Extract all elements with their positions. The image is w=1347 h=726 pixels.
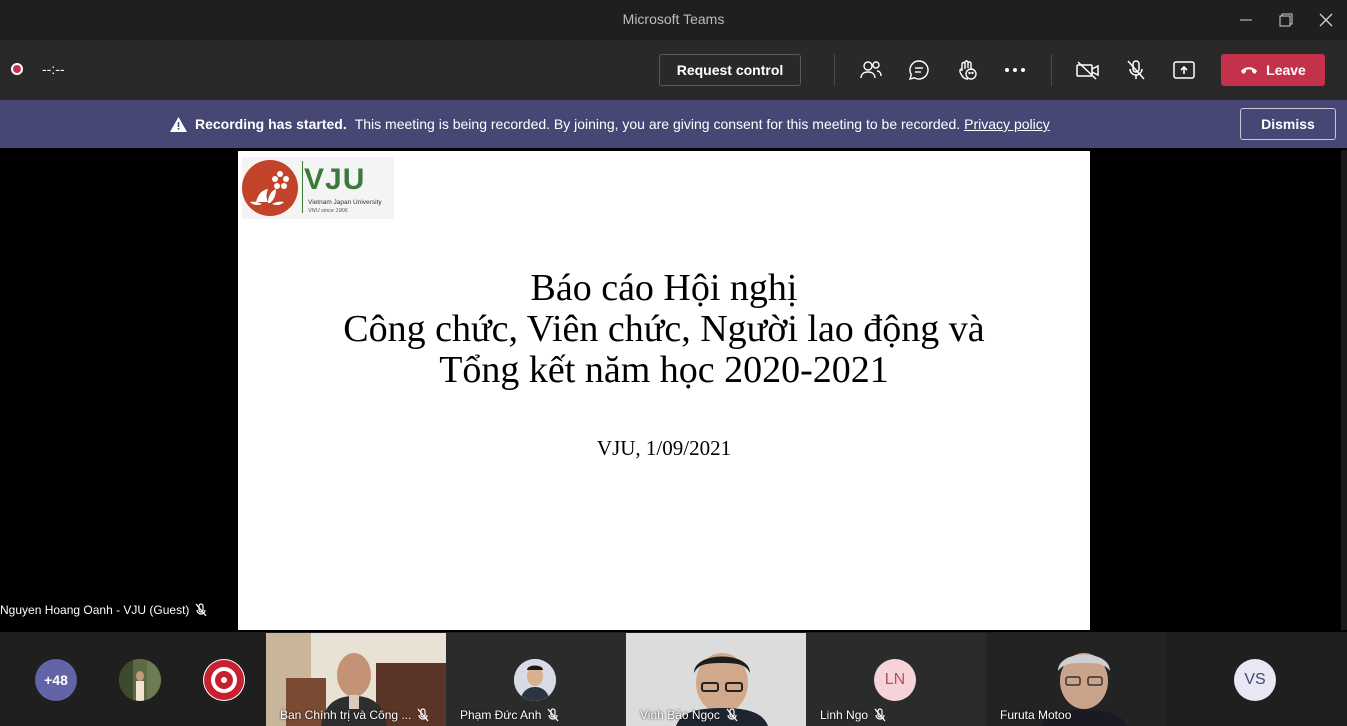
muted-icon [726, 708, 738, 722]
participant-initials-avatar[interactable]: VS [1234, 659, 1276, 701]
dismiss-button[interactable]: Dismiss [1240, 108, 1336, 140]
logo-tagline: VNU since 1906 [308, 208, 348, 214]
presenter-name: Nguyen Hoang Oanh - VJU (Guest) [0, 603, 190, 617]
slide-title-line: Công chức, Viên chức, Người lao động và [343, 308, 985, 350]
leave-button[interactable]: Leave [1221, 54, 1325, 86]
participant-tile[interactable]: Phạm Đức Anh [446, 633, 626, 726]
banner-text: This meeting is being recorded. By joini… [354, 116, 961, 132]
participant-name: Linh Ngo [820, 708, 869, 722]
shared-slide: VJU Vietnam Japan University VNU since 1… [238, 151, 1090, 630]
muted-icon [417, 708, 429, 722]
restore-icon[interactable] [1266, 0, 1306, 40]
participant-name: Ban Chính trị và Công ... [280, 708, 412, 722]
stage-scrollbar[interactable] [1341, 150, 1347, 630]
participants-icon[interactable] [855, 54, 887, 86]
slide-subtitle: VJU, 1/09/2021 [596, 436, 732, 460]
microphone-off-icon[interactable] [1120, 54, 1152, 86]
logo-divider [302, 161, 303, 213]
lotus-emblem-icon [242, 160, 298, 216]
toolbar-divider [1051, 54, 1052, 86]
slide-title: Báo cáo Hội nghị Công chức, Viên chức, N… [238, 268, 1090, 391]
title-bar: Microsoft Teams [0, 0, 1347, 40]
close-icon[interactable] [1306, 0, 1346, 40]
participant-strip: +48 Ban Chính trị và Công ... Phạm Đức A… [0, 632, 1347, 726]
participant-avatar[interactable] [203, 659, 245, 701]
warning-icon [170, 116, 187, 132]
vju-logo: VJU Vietnam Japan University VNU since 1… [242, 157, 394, 219]
hang-up-icon [1241, 67, 1258, 74]
privacy-policy-link[interactable]: Privacy policy [964, 116, 1050, 132]
camera-off-icon[interactable] [1072, 54, 1104, 86]
leave-label: Leave [1266, 62, 1306, 78]
banner-heading: Recording has started. [195, 116, 347, 132]
more-participants-button[interactable]: +48 [35, 659, 77, 701]
participant-avatar [514, 659, 556, 701]
logo-university-name: Vietnam Japan University [308, 199, 382, 206]
meeting-toolbar: --:-- Request control Leave [0, 40, 1347, 100]
participant-name: Vinh Bảo Ngọc [640, 708, 720, 722]
more-options-icon[interactable] [999, 54, 1031, 86]
meeting-timer: --:-- [42, 61, 65, 77]
window-title: Microsoft Teams [622, 11, 725, 27]
participant-tile[interactable]: Vinh Bảo Ngọc [626, 633, 806, 726]
muted-icon [874, 708, 886, 722]
participant-tile[interactable]: Ban Chính trị và Công ... [266, 633, 446, 726]
request-control-button[interactable]: Request control [659, 54, 801, 86]
recording-banner: Recording has started. This meeting is b… [0, 100, 1347, 148]
chat-icon[interactable] [903, 54, 935, 86]
participant-tile[interactable]: Furuta Motoo [986, 633, 1166, 726]
muted-icon [547, 708, 559, 722]
reactions-icon[interactable] [951, 54, 983, 86]
minimize-icon[interactable] [1226, 0, 1266, 40]
participant-name: Furuta Motoo [1000, 708, 1072, 722]
toolbar-divider [834, 54, 835, 86]
slide-title-line: Tổng kết năm học 2020-2021 [439, 349, 889, 391]
participant-tile[interactable]: LN Linh Ngo [806, 633, 986, 726]
participant-name: Phạm Đức Anh [460, 708, 542, 722]
participant-avatar[interactable] [119, 659, 161, 701]
recording-icon [11, 63, 23, 75]
share-screen-icon[interactable] [1168, 54, 1200, 86]
presenter-label: Nguyen Hoang Oanh - VJU (Guest) [0, 603, 207, 617]
slide-title-line: Báo cáo Hội nghị [530, 267, 798, 309]
muted-icon [195, 603, 207, 617]
logo-brand: VJU [304, 163, 366, 196]
participant-initials-avatar: LN [874, 659, 916, 701]
